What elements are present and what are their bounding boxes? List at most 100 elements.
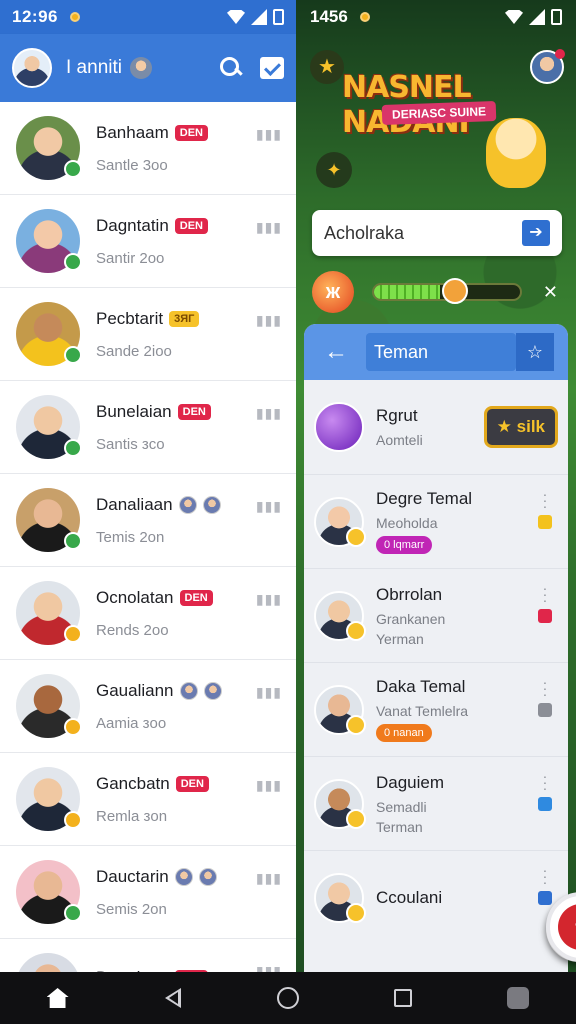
chat-row[interactable]: Banhaam DEN Santle 3oo ▮▮▮ <box>0 102 296 195</box>
friend-avatar[interactable] <box>314 684 366 735</box>
back-icon <box>164 988 181 1008</box>
friend-item[interactable]: Degre Temal Meoholda 0 lqmarr · · · <box>304 474 568 568</box>
chat-subtitle: Sande 2ioo <box>96 342 172 360</box>
signal-icon <box>251 9 267 25</box>
contact-name: Dagntatin <box>96 215 169 235</box>
friend-subtitle: Semadli <box>376 798 427 815</box>
online-status-icon <box>64 532 82 550</box>
friend-item[interactable]: Daka Temal Vanat Temlelra 0 nanan · · · <box>304 662 568 756</box>
nav-home-button[interactable] <box>43 983 73 1013</box>
progress-row: ж ✕ <box>312 270 564 314</box>
drag-handle-icon[interactable]: ▮▮▮ <box>256 684 282 701</box>
game-pane: 1456 ★ NASNEL NADANI DERIASC SUINE ✦ Ach… <box>296 0 576 972</box>
chat-subtitle: Santis зco <box>96 435 165 453</box>
more-options-icon[interactable]: · · · <box>543 675 548 701</box>
friend-name: Degre Temal <box>376 489 473 508</box>
search-icon[interactable] <box>220 57 242 79</box>
chat-row[interactable]: Dagntatin DEN Santir 2oo ▮▮▮ <box>0 195 296 288</box>
panel-title-field[interactable]: Teman <box>366 333 516 371</box>
chat-row[interactable]: Gancbatn DEN Remla зon ▮▮▮ <box>0 753 296 846</box>
more-options-icon[interactable]: · · · <box>543 769 548 795</box>
chat-tag-badge: DEN <box>174 124 209 141</box>
friend-name: Ccoulani <box>376 887 443 907</box>
contact-avatar[interactable] <box>16 674 82 738</box>
sparkle-icon[interactable]: ✦ <box>316 152 352 188</box>
close-icon[interactable]: ✕ <box>543 282 558 303</box>
chat-row[interactable]: Gaualiann Aamia зoo ▮▮▮ <box>0 660 296 753</box>
nav-back-button[interactable] <box>158 983 188 1013</box>
more-options-icon[interactable]: · · · <box>543 581 548 607</box>
friend-item[interactable]: Obrrolan Grankanen Yerman · · · <box>304 568 568 662</box>
status-square-icon <box>538 609 552 623</box>
chat-tag-badge: 3ЯГ <box>169 310 200 327</box>
heart-bird-icon: ♥ <box>558 904 576 950</box>
friend-avatar[interactable] <box>314 778 366 829</box>
status-square-icon <box>538 515 552 529</box>
drag-handle-icon[interactable]: ▮▮▮ <box>256 498 282 515</box>
friend-item[interactable]: Rgrut Aomteli ★ silk <box>304 380 568 474</box>
chat-row[interactable]: Dauctarin Semis 2on ▮▮▮ <box>0 846 296 939</box>
drag-handle-icon[interactable]: ▮▮▮ <box>256 312 282 329</box>
contact-name: Ocnolatan <box>96 587 174 607</box>
player-avatar[interactable] <box>530 49 565 84</box>
participant-avatar-icon <box>179 681 198 700</box>
online-status-icon <box>64 346 82 364</box>
chat-row[interactable]: Bunelaian DEN Santis зco ▮▮▮ <box>0 381 296 474</box>
chat-subtitle: Temis 2on <box>96 528 165 546</box>
friend-avatar[interactable] <box>314 872 366 923</box>
chat-row[interactable]: Danaliaan Temis 2on ▮▮▮ <box>0 474 296 567</box>
chat-row[interactable]: Ocnolatan DEN Rends 2oo ▮▮▮ <box>0 567 296 660</box>
status-square-icon <box>538 703 552 717</box>
go-arrow-icon[interactable]: ➔ <box>522 220 550 246</box>
nav-recents-button[interactable] <box>388 983 418 1013</box>
contact-avatar[interactable] <box>16 581 82 645</box>
panel-header: ← Teman ☆ <box>304 324 568 380</box>
profile-avatar[interactable] <box>12 48 52 88</box>
contact-avatar[interactable] <box>16 209 82 273</box>
contact-avatar[interactable] <box>16 395 82 459</box>
friend-avatar[interactable] <box>314 402 364 452</box>
nav-app-button[interactable] <box>503 983 533 1013</box>
chat-subtitle: Santle 3oo <box>96 156 168 174</box>
gift-button[interactable]: ★ silk <box>483 406 558 448</box>
friend-avatar[interactable] <box>314 496 366 547</box>
back-arrow-icon[interactable]: ← <box>324 338 348 366</box>
drag-handle-icon[interactable]: ▮▮▮ <box>256 591 282 608</box>
contact-avatar[interactable] <box>16 953 80 972</box>
star-icon[interactable]: ★ <box>310 50 344 84</box>
participant-avatar-icon <box>174 867 193 886</box>
drag-handle-icon[interactable]: ▮▮▮ <box>256 126 282 143</box>
drag-handle-icon[interactable]: ▮▮▮ <box>256 219 282 236</box>
search-input[interactable]: Acholraka <box>324 223 404 244</box>
more-options-icon[interactable]: · · · <box>543 487 548 513</box>
contact-avatar[interactable] <box>16 116 82 180</box>
chat-row[interactable]: DanalaanDEN▮▮▮ <box>0 939 296 972</box>
contact-avatar[interactable] <box>16 767 82 831</box>
friend-item[interactable]: Ccoulani · · · <box>304 850 568 944</box>
chat-row[interactable]: Pecbtarit 3ЯГ Sande 2ioo ▮▮▮ <box>0 288 296 381</box>
search-bar[interactable]: Acholraka ➔ <box>312 210 562 256</box>
drag-handle-icon[interactable]: ▮▮▮ <box>256 870 282 887</box>
contact-name: Gancbatn <box>96 773 170 793</box>
favorite-star-icon[interactable]: ☆ <box>516 333 554 371</box>
contact-avatar[interactable] <box>16 860 82 924</box>
contact-avatar[interactable] <box>16 488 82 552</box>
friend-item[interactable]: Daguiem Semadli Terman · · · <box>304 756 568 850</box>
drag-handle-icon[interactable]: ▮▮▮ <box>256 963 282 972</box>
system-nav-bar <box>0 972 576 1024</box>
contact-avatar[interactable] <box>16 302 82 366</box>
compose-icon[interactable] <box>260 57 284 79</box>
chat-subtitle: Semis 2on <box>96 900 167 918</box>
contact-name: Dauctarin <box>96 866 169 886</box>
online-status-icon <box>64 718 82 736</box>
header-title: I anniti <box>66 57 122 78</box>
drag-handle-icon[interactable]: ▮▮▮ <box>256 777 282 794</box>
drag-handle-icon[interactable]: ▮▮▮ <box>256 405 282 422</box>
friend-avatar[interactable] <box>314 590 366 641</box>
more-options-icon[interactable]: · · · <box>543 863 548 889</box>
chat-subtitle: Aamia зoo <box>96 714 167 732</box>
chat-subtitle: Rends 2oo <box>96 621 169 639</box>
nav-circle-button[interactable] <box>273 983 303 1013</box>
energy-orb-icon[interactable]: ж <box>312 271 354 313</box>
friend-list: Rgrut Aomteli ★ silk Degre Temal Meoholda 0 l… <box>304 380 568 944</box>
